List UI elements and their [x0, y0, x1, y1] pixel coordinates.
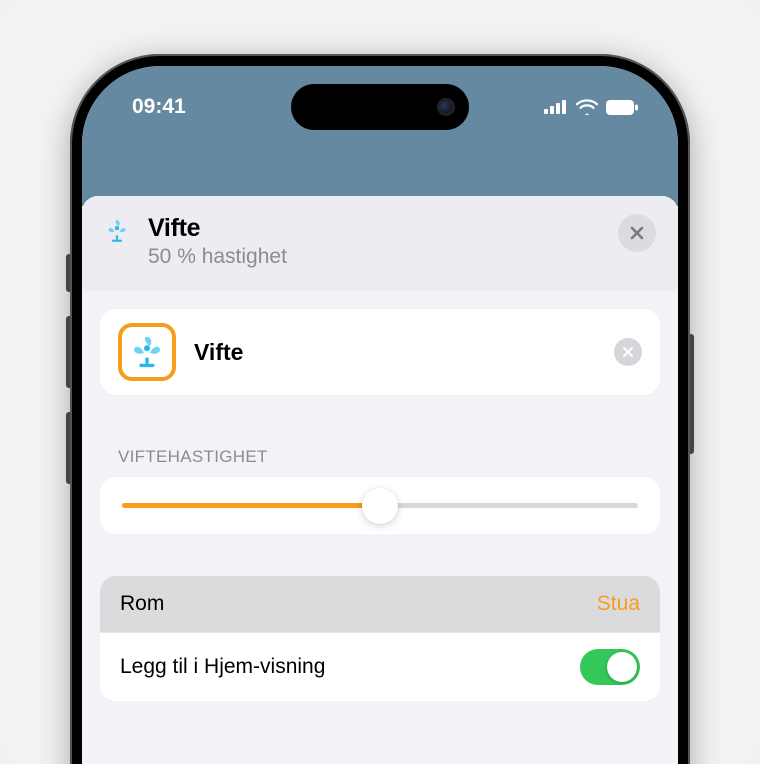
settings-list: Rom Stua Legg til i Hjem-visning: [100, 576, 660, 701]
toggle-knob: [607, 652, 637, 682]
accessory-sheet: Vifte 50 % hastighet: [82, 196, 678, 764]
room-label: Rom: [120, 592, 164, 616]
fan-speed-slider-card: [100, 477, 660, 534]
fan-icon: [104, 218, 130, 244]
add-to-home-label: Legg til i Hjem-visning: [120, 655, 325, 679]
accessory-subtitle: 50 % hastighet: [148, 245, 618, 269]
phone-side-buttons-left: [66, 254, 70, 508]
close-icon: [629, 225, 645, 241]
clear-text-button[interactable]: [614, 338, 642, 366]
room-row[interactable]: Rom Stua: [100, 576, 660, 633]
accessory-title: Vifte: [148, 214, 618, 243]
device-name-field[interactable]: Vifte: [194, 339, 614, 366]
add-to-home-row: Legg til i Hjem-visning: [100, 633, 660, 701]
front-camera: [437, 98, 455, 116]
fan-speed-slider[interactable]: [122, 503, 638, 508]
status-time: 09:41: [132, 95, 186, 119]
slider-thumb[interactable]: [362, 488, 398, 524]
slider-fill: [122, 503, 380, 508]
device-name-card[interactable]: Vifte: [100, 309, 660, 395]
speed-section-label: VIFTEHASTIGHET: [100, 447, 660, 477]
add-to-home-toggle[interactable]: [580, 649, 640, 685]
close-icon: [622, 346, 634, 358]
dynamic-island: [291, 84, 469, 130]
cellular-signal-icon: [544, 100, 568, 114]
phone-screen: 09:41: [82, 66, 678, 764]
wifi-icon: [576, 99, 598, 115]
device-icon-tile[interactable]: [118, 323, 176, 381]
battery-icon: [606, 100, 638, 115]
room-value: Stua: [597, 592, 640, 616]
screenshot-stage: 09:41: [0, 0, 760, 764]
fan-icon: [130, 335, 164, 369]
iphone-frame: 09:41: [70, 54, 690, 764]
sheet-header: Vifte 50 % hastighet: [82, 196, 678, 291]
close-button[interactable]: [618, 214, 656, 252]
phone-side-button-right: [690, 334, 694, 454]
